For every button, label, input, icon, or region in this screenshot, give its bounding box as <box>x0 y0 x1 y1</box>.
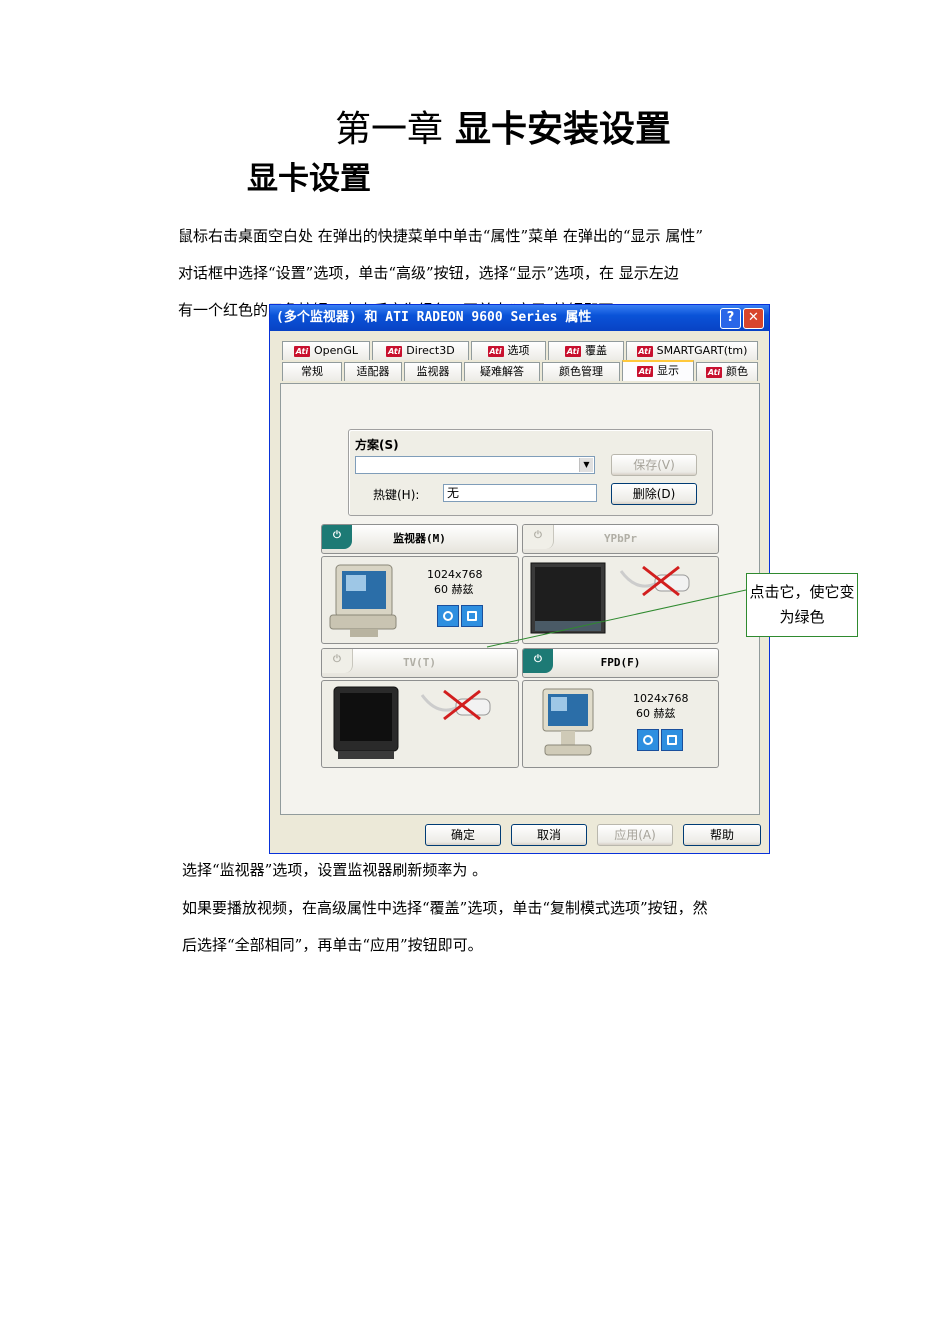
paragraph-line: 选择“监视器”选项，设置监视器刷新频率为 。 <box>182 861 488 879</box>
paragraph-line: 后选择“全部相同”，再单击“应用”按钮即可。 <box>182 936 483 954</box>
annotation-callout: 点击它，使它变为绿色 <box>746 573 858 637</box>
paragraph-line: 如果要播放视频，在高级属性中选择“覆盖”选项，单击“复制模式选项”按钮，然 <box>182 899 708 917</box>
annotation-pointer-line <box>486 589 747 648</box>
